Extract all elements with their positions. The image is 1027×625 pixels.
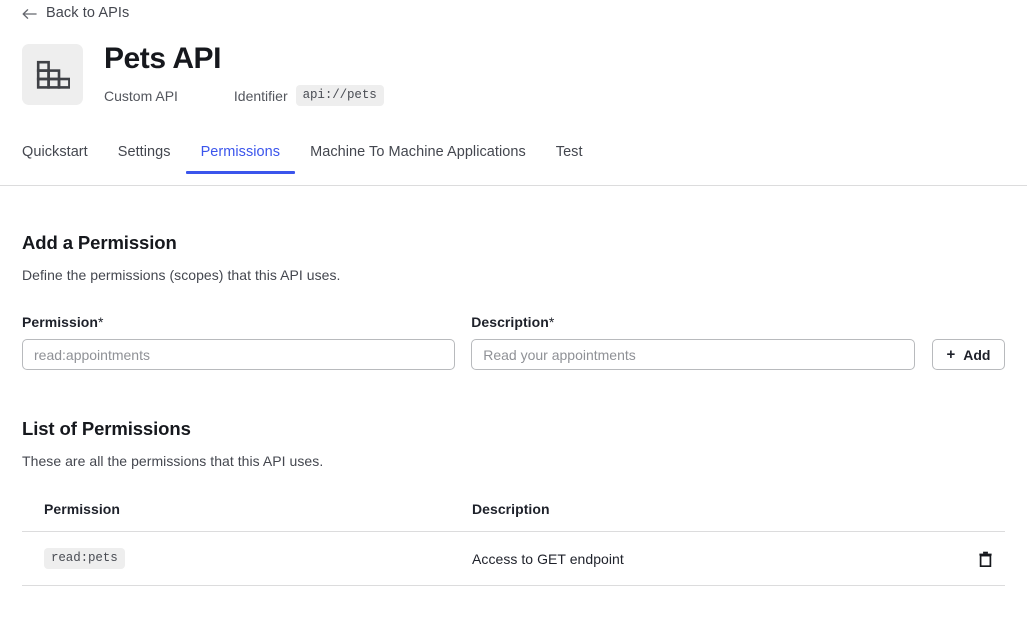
add-permission-button[interactable]: + Add xyxy=(932,339,1005,370)
api-blocks-icon xyxy=(22,44,83,105)
tab-machine-to-machine-applications[interactable]: Machine To Machine Applications xyxy=(295,144,541,174)
add-permission-form: Permission* Description* + Add xyxy=(22,314,1005,370)
back-to-apis-label: Back to APIs xyxy=(46,5,130,21)
tab-quickstart[interactable]: Quickstart xyxy=(22,144,103,174)
permission-required-marker: * xyxy=(97,314,104,330)
add-permission-title: Add a Permission xyxy=(22,232,177,253)
api-meta: Custom API Identifier api://pets xyxy=(104,85,384,106)
tab-settings[interactable]: Settings xyxy=(103,144,186,174)
api-title-block: Pets API Custom API Identifier api://pet… xyxy=(104,40,384,106)
row-permission-cell: read:pets xyxy=(22,548,472,569)
trash-icon[interactable] xyxy=(974,548,996,570)
tab-bar: Quickstart Settings Permissions Machine … xyxy=(0,144,1027,186)
arrow-left-icon xyxy=(22,7,37,19)
description-field-label: Description* xyxy=(471,314,915,330)
api-header: Pets API Custom API Identifier api://pet… xyxy=(22,40,1005,106)
permissions-table-header: Permission Description xyxy=(22,501,1005,532)
list-permissions-section: List of Permissions These are all the pe… xyxy=(22,418,1005,586)
tab-bar-divider xyxy=(0,185,1027,186)
list-permissions-title: List of Permissions xyxy=(22,418,191,439)
permissions-page: Back to APIs Pets API Custom API Identif… xyxy=(0,3,1027,625)
api-identifier-label: Identifier xyxy=(233,87,288,104)
row-actions-cell xyxy=(945,548,1005,570)
description-label-text: Description xyxy=(471,314,549,330)
permissions-table: Permission Description read:pets Access … xyxy=(22,501,1005,586)
description-field-group: Description* xyxy=(471,314,915,370)
api-identifier-value: api://pets xyxy=(295,85,384,106)
add-permission-section: Add a Permission Define the permissions … xyxy=(22,232,1005,370)
description-input[interactable] xyxy=(471,339,915,370)
column-header-permission: Permission xyxy=(44,501,120,517)
column-header-description: Description xyxy=(472,501,550,517)
add-permission-subtitle: Define the permissions (scopes) that thi… xyxy=(22,267,341,283)
permission-input[interactable] xyxy=(22,339,456,370)
table-row: read:pets Access to GET endpoint xyxy=(22,532,1005,586)
permission-field-label: Permission* xyxy=(22,314,455,330)
tab-permissions[interactable]: Permissions xyxy=(185,144,296,174)
permission-field-group: Permission* xyxy=(22,314,456,370)
permission-chip: read:pets xyxy=(44,548,125,569)
row-description-cell: Access to GET endpoint xyxy=(472,550,624,567)
api-type-label: Custom API xyxy=(104,87,178,104)
permission-label-text: Permission xyxy=(22,314,98,330)
description-required-marker: * xyxy=(548,314,555,330)
list-permissions-subtitle: These are all the permissions that this … xyxy=(22,453,324,469)
back-to-apis-link[interactable]: Back to APIs xyxy=(22,3,129,23)
tab-test[interactable]: Test xyxy=(541,144,598,174)
plus-icon: + xyxy=(946,346,956,363)
add-button-label: Add xyxy=(963,346,991,363)
page-title: Pets API xyxy=(104,42,222,75)
